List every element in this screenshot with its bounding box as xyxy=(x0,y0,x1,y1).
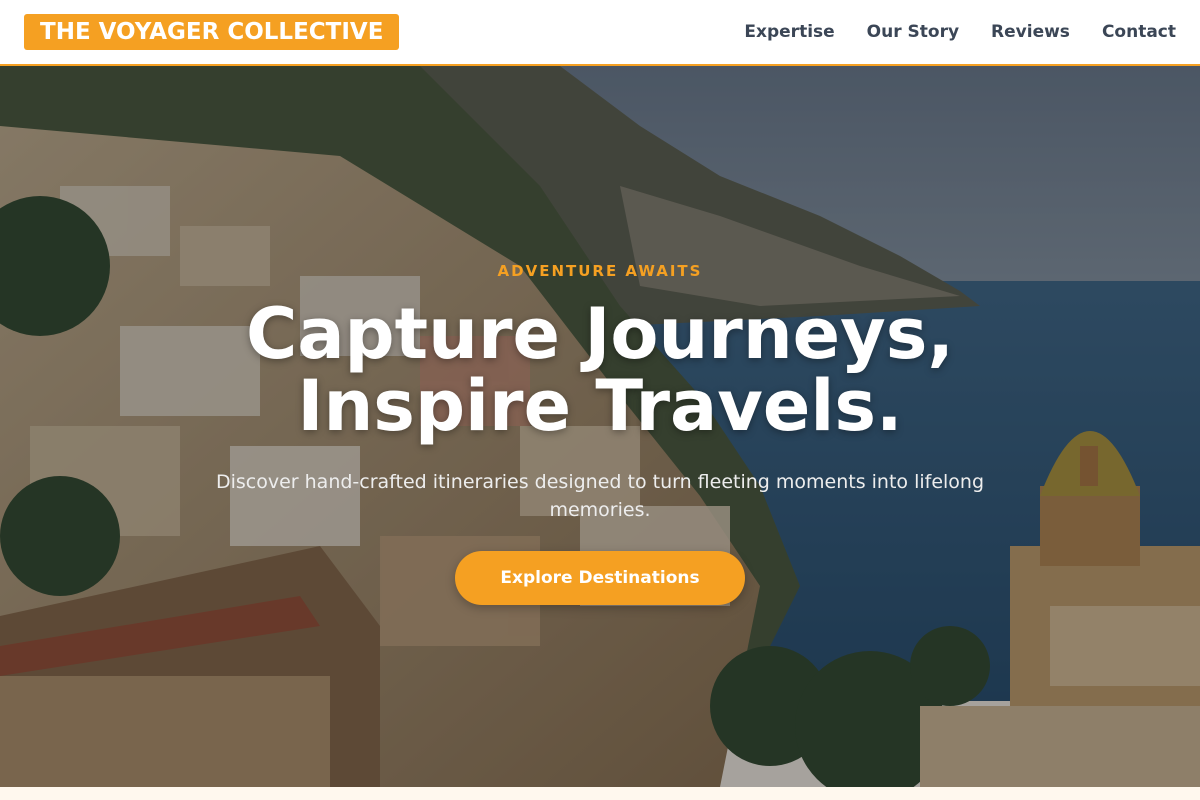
main-nav: Expertise Our Story Reviews Contact xyxy=(744,22,1176,42)
hero-content: ADVENTURE AWAITS Capture Journeys, Inspi… xyxy=(0,66,1200,787)
next-section-edge xyxy=(0,787,1200,800)
hero-headline: Capture Journeys, Inspire Travels. xyxy=(0,298,1200,442)
nav-link-our-story[interactable]: Our Story xyxy=(867,22,959,42)
hero-section: ADVENTURE AWAITS Capture Journeys, Inspi… xyxy=(0,66,1200,787)
nav-link-reviews[interactable]: Reviews xyxy=(991,22,1070,42)
explore-destinations-button[interactable]: Explore Destinations xyxy=(455,551,745,605)
hero-headline-line2: Inspire Travels. xyxy=(297,365,903,447)
site-header: THE VOYAGER COLLECTIVE Expertise Our Sto… xyxy=(0,0,1200,66)
hero-headline-line1: Capture Journeys, xyxy=(245,293,955,375)
site-logo[interactable]: THE VOYAGER COLLECTIVE xyxy=(24,14,400,50)
nav-link-contact[interactable]: Contact xyxy=(1102,22,1176,42)
hero-subtext: Discover hand-crafted itineraries design… xyxy=(215,471,985,521)
nav-link-expertise[interactable]: Expertise xyxy=(744,22,834,42)
hero-eyebrow: ADVENTURE AWAITS xyxy=(497,262,703,280)
